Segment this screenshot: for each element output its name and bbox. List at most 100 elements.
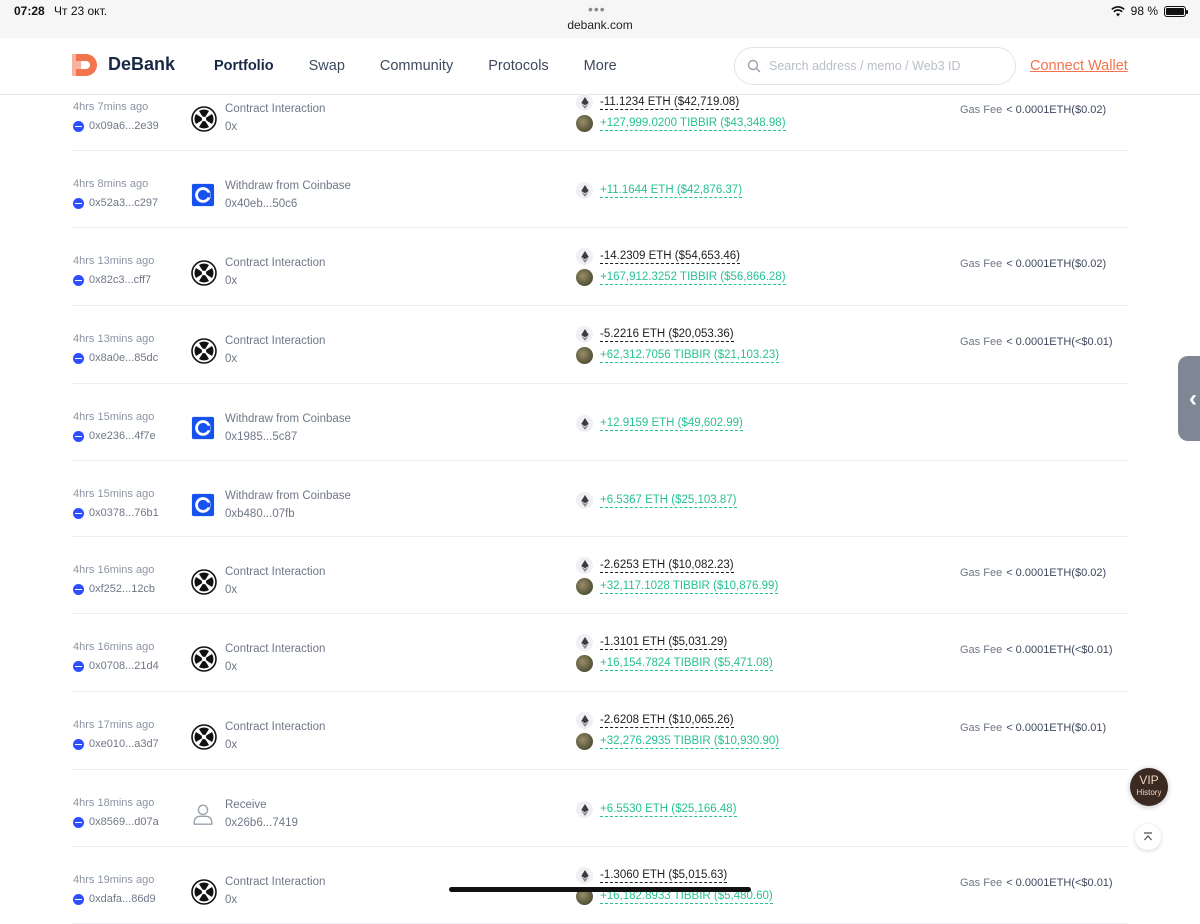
tx-address[interactable]: 0x52a3...c297 (73, 197, 158, 209)
token-amount[interactable]: -11.1234 ETH ($42,719.08) (600, 95, 740, 110)
connect-wallet-button[interactable]: Connect Wallet (1030, 58, 1128, 74)
tx-counterparty[interactable]: 0x (225, 739, 237, 751)
tx-counterparty[interactable]: 0x40eb...50c6 (225, 198, 297, 210)
token-change[interactable]: +32,276.2935 TIBBIR ($10,930.90) (576, 733, 780, 750)
gas-fee-label: Gas Fee (960, 567, 1003, 579)
token-amount[interactable]: +32,276.2935 TIBBIR ($10,930.90) (600, 734, 780, 749)
token-amount[interactable]: -2.6208 ETH ($10,065.26) (600, 713, 734, 728)
tx-address-text[interactable]: 0x8a0e...85dc (89, 352, 158, 364)
more-dots-icon[interactable]: ••• (588, 1, 606, 17)
vip-history-button[interactable]: VIP History (1130, 768, 1168, 806)
tx-counterparty[interactable]: 0x1985...5c87 (225, 431, 297, 443)
tx-address[interactable]: 0xf252...12cb (73, 583, 155, 595)
tx-counterparty[interactable]: 0x (225, 661, 237, 673)
token-change[interactable]: +6.5367 ETH ($25,103.87) (576, 492, 737, 509)
token-change[interactable]: +32,117.1028 TIBBIR ($10,876.99) (576, 578, 779, 595)
tx-type: Contract Interaction (225, 257, 326, 269)
token-amount[interactable]: +6.5367 ETH ($25,103.87) (600, 493, 737, 508)
tx-address-text[interactable]: 0x09a6...2e39 (89, 120, 159, 132)
transaction-row[interactable]: 4hrs 16mins ago 0xf252...12cb Contract Int… (72, 537, 1128, 614)
tx-address[interactable]: 0x82c3...cff7 (73, 274, 151, 286)
tx-address[interactable]: 0x0708...21d4 (73, 660, 159, 672)
token-change[interactable]: -2.6208 ETH ($10,065.26) (576, 712, 734, 729)
token-change[interactable]: -11.1234 ETH ($42,719.08) (576, 94, 740, 111)
tx-counterparty[interactable]: 0xb480...07fb (225, 508, 295, 520)
tx-address[interactable]: 0x0378...76b1 (73, 507, 159, 519)
tx-address[interactable]: 0xe236...4f7e (73, 430, 156, 442)
brand-name[interactable]: DeBank (108, 54, 175, 75)
tx-counterparty[interactable]: 0x (225, 353, 237, 365)
token-change[interactable]: +62,312.7056 TIBBIR ($21,103.23) (576, 347, 780, 364)
scroll-to-top-button[interactable] (1135, 824, 1161, 850)
tx-counterparty[interactable]: 0x (225, 275, 237, 287)
tx-address[interactable]: 0xdafa...86d9 (73, 893, 156, 905)
token-change[interactable]: +16,154.7824 TIBBIR ($5,471.08) (576, 655, 773, 672)
tx-address-text[interactable]: 0x0708...21d4 (89, 660, 159, 672)
token-amount[interactable]: +16,154.7824 TIBBIR ($5,471.08) (600, 656, 773, 671)
transaction-row[interactable]: 4hrs 13mins ago 0x82c3...cff7 Contract Int… (72, 228, 1128, 306)
token-change[interactable]: -5.2216 ETH ($20,053.36) (576, 326, 734, 343)
home-indicator[interactable] (449, 887, 751, 892)
transaction-row[interactable]: 4hrs 17mins ago 0xe010...a3d7 Contract Int… (72, 692, 1128, 770)
nav-community[interactable]: Community (380, 58, 453, 74)
tx-address[interactable]: 0xe010...a3d7 (73, 738, 159, 750)
transaction-row[interactable]: 4hrs 15mins ago 0xe236...4f7e Withdraw fro… (72, 384, 1128, 461)
tx-counterparty[interactable]: 0x (225, 121, 237, 133)
token-amount[interactable]: +127,999.0200 TIBBIR ($43,348.98) (600, 116, 786, 131)
token-amount[interactable]: +32,117.1028 TIBBIR ($10,876.99) (600, 579, 779, 594)
contract-interaction-icon (191, 338, 217, 364)
tx-address[interactable]: 0x8a0e...85dc (73, 352, 158, 364)
tx-address-text[interactable]: 0xe010...a3d7 (89, 738, 159, 750)
nav-more[interactable]: More (584, 58, 617, 74)
transaction-row[interactable]: 4hrs 16mins ago 0x0708...21d4 Contract Int… (72, 614, 1128, 692)
token-amount[interactable]: -2.6253 ETH ($10,082.23) (600, 558, 734, 573)
browser-url[interactable]: debank.com (0, 18, 1200, 32)
gas-fee-label: Gas Fee (960, 877, 1003, 889)
transaction-row[interactable]: 4hrs 18mins ago 0x8569...d07a Receive 0x26b… (72, 770, 1128, 847)
tx-address-text[interactable]: 0x8569...d07a (89, 816, 159, 828)
nav-protocols[interactable]: Protocols (488, 58, 548, 74)
token-amount[interactable]: +6.5530 ETH ($25,166.48) (600, 802, 737, 817)
tx-address-text[interactable]: 0xe236...4f7e (89, 430, 156, 442)
tx-address[interactable]: 0x09a6...2e39 (73, 120, 159, 132)
transaction-row[interactable]: 4hrs 8mins ago 0x52a3...c297 Withdraw from… (72, 151, 1128, 228)
tx-address[interactable]: 0x8569...d07a (73, 816, 159, 828)
token-amount[interactable]: +62,312.7056 TIBBIR ($21,103.23) (600, 348, 780, 363)
search-box[interactable] (734, 47, 1016, 85)
token-change[interactable]: -1.3101 ETH ($5,031.29) (576, 634, 728, 651)
token-change[interactable]: +6.5530 ETH ($25,166.48) (576, 801, 737, 818)
token-amount[interactable]: -1.3060 ETH ($5,015.63) (600, 868, 728, 883)
token-amount[interactable]: +167,912.3252 TIBBIR ($56,866.28) (600, 270, 786, 285)
side-panel-toggle[interactable]: ‹ (1178, 356, 1200, 441)
token-amount[interactable]: -14.2309 ETH ($54,653.46) (600, 249, 741, 264)
token-change[interactable]: +12.9159 ETH ($49,602.99) (576, 415, 743, 432)
token-change[interactable]: -2.6253 ETH ($10,082.23) (576, 557, 734, 574)
token-amount[interactable]: +11.1644 ETH ($42,876.37) (600, 183, 743, 198)
tx-time: 4hrs 15mins ago (73, 411, 155, 423)
tx-address-text[interactable]: 0xf252...12cb (89, 583, 155, 595)
nav-portfolio[interactable]: Portfolio (214, 58, 274, 74)
token-change[interactable]: -14.2309 ETH ($54,653.46) (576, 248, 741, 265)
token-amount[interactable]: -5.2216 ETH ($20,053.36) (600, 327, 734, 342)
tx-address-text[interactable]: 0xdafa...86d9 (89, 893, 156, 905)
tx-address-text[interactable]: 0x0378...76b1 (89, 507, 159, 519)
token-change[interactable]: +127,999.0200 TIBBIR ($43,348.98) (576, 115, 786, 132)
token-change[interactable]: +11.1644 ETH ($42,876.37) (576, 182, 743, 199)
debank-logo-icon[interactable] (72, 52, 98, 78)
tx-counterparty[interactable]: 0x26b6...7419 (225, 817, 298, 829)
token-amount[interactable]: -1.3101 ETH ($5,031.29) (600, 635, 728, 650)
transaction-row[interactable]: 4hrs 15mins ago 0x0378...76b1 Withdraw fro… (72, 461, 1128, 537)
token-amount[interactable]: +12.9159 ETH ($49,602.99) (600, 416, 743, 431)
token-change[interactable]: -1.3060 ETH ($5,015.63) (576, 867, 728, 884)
transaction-row[interactable]: 4hrs 7mins ago 0x09a6...2e39 Contract Inte… (72, 94, 1128, 151)
search-input[interactable] (769, 59, 999, 73)
transaction-row[interactable]: 4hrs 19mins ago 0xdafa...86d9 Contract Int… (72, 847, 1128, 924)
tx-address-text[interactable]: 0x52a3...c297 (89, 197, 158, 209)
tx-address-text[interactable]: 0x82c3...cff7 (89, 274, 151, 286)
transaction-row[interactable]: 4hrs 13mins ago 0x8a0e...85dc Contract Int… (72, 306, 1128, 384)
tx-counterparty[interactable]: 0x (225, 894, 237, 906)
tx-counterparty[interactable]: 0x (225, 584, 237, 596)
tx-type: Contract Interaction (225, 643, 326, 655)
token-change[interactable]: +167,912.3252 TIBBIR ($56,866.28) (576, 269, 786, 286)
nav-swap[interactable]: Swap (309, 58, 345, 74)
